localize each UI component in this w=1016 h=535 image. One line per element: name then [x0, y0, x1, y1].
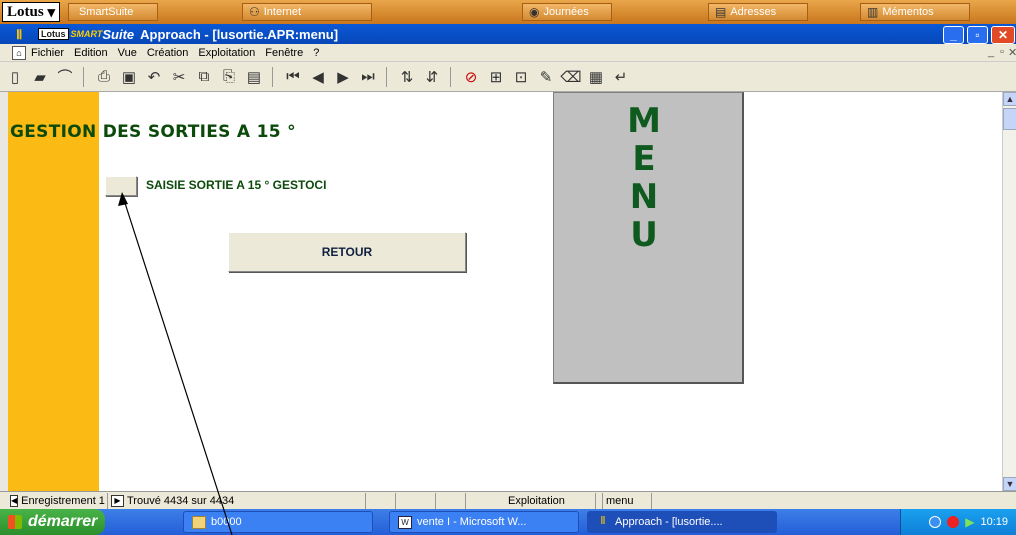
- close-button[interactable]: ✕: [991, 26, 1015, 44]
- doc-close-button[interactable]: ✕: [1008, 46, 1016, 59]
- maximize-button[interactable]: ▫: [967, 26, 988, 44]
- menu-bar: ⌂ Fichier Edition Vue Création Exploitat…: [0, 44, 1016, 62]
- taskbar: démarrer b0000 Wvente I - Microsoft W...…: [0, 509, 1016, 535]
- status-mode[interactable]: Exploitation: [466, 492, 596, 509]
- menu-letter: M: [627, 101, 661, 141]
- lotus-menu-button[interactable]: Lotus ▾: [2, 2, 60, 22]
- menu-edition[interactable]: Edition: [69, 47, 113, 59]
- word-icon: W: [398, 515, 412, 529]
- start-button[interactable]: démarrer: [0, 509, 105, 535]
- retour-button[interactable]: RETOUR: [228, 232, 466, 272]
- smartsuite-bar: Lotus ▾ SmartSuite ⚇ Internet ◉ Journées ▤…: [0, 0, 1016, 24]
- address-book-icon: ▤: [714, 5, 727, 19]
- menu-letter: E: [632, 139, 656, 179]
- menu-creation[interactable]: Création: [142, 47, 194, 59]
- menu-panel: M E N U: [553, 92, 744, 384]
- sort-ascending-icon[interactable]: ⇅: [396, 66, 418, 88]
- find-icon[interactable]: ⊘: [460, 66, 482, 88]
- next-record-icon[interactable]: ▶: [332, 66, 354, 88]
- windows-logo-icon: [8, 515, 22, 529]
- task-folder[interactable]: b0000: [183, 511, 373, 533]
- menu-help[interactable]: ?: [308, 47, 324, 59]
- status-empty: [366, 492, 396, 509]
- title-bar: Ⅱ Lotus SMART Suite Approach - [lusortie.A…: [0, 24, 1016, 44]
- media-icon[interactable]: ▶: [965, 515, 974, 529]
- status-found[interactable]: ▶ Trouvé 4434 sur 4434: [108, 492, 366, 509]
- enter-icon[interactable]: ↵: [610, 66, 632, 88]
- security-icon[interactable]: [947, 516, 960, 528]
- vertical-scrollbar[interactable]: ▲ ▼: [1002, 92, 1016, 491]
- notes-icon: ▥: [866, 5, 879, 19]
- copy-icon[interactable]: ⧉: [193, 66, 215, 88]
- clock[interactable]: 10:19: [980, 516, 1008, 528]
- status-view[interactable]: menu: [602, 492, 652, 509]
- menu-letter: N: [629, 177, 659, 217]
- toolbar-separator: [386, 66, 392, 87]
- new-icon[interactable]: ▯: [4, 66, 26, 88]
- network-icon[interactable]: [929, 516, 942, 528]
- cut-icon[interactable]: ✂: [168, 66, 190, 88]
- doc-restore-button[interactable]: ▫: [1000, 46, 1004, 58]
- saisie-sortie-label: SAISIE SORTIE A 15 ° GESTOCI: [146, 178, 327, 192]
- smartsuite-logo: Lotus SMART Suite: [38, 27, 134, 42]
- menu-fichier[interactable]: Fichier: [26, 47, 69, 59]
- task-approach[interactable]: Ⅱ Approach - [lusortie....: [587, 511, 777, 533]
- folder-icon: [192, 515, 206, 529]
- new-record-icon[interactable]: ✎: [535, 66, 557, 88]
- status-record[interactable]: ◀ Enregistrement 1: [0, 492, 108, 509]
- scroll-up-icon[interactable]: ▲: [1003, 92, 1016, 106]
- toolbar-separator: [83, 66, 89, 87]
- find-again-icon[interactable]: ⊞: [485, 66, 507, 88]
- previous-record-icon[interactable]: ◀: [307, 66, 329, 88]
- menu-vue[interactable]: Vue: [113, 47, 142, 59]
- toolbar-separator: [450, 66, 456, 87]
- undo-icon[interactable]: ↶: [143, 66, 165, 88]
- open-folder-icon[interactable]: ▰: [29, 66, 51, 88]
- yellow-side-stripe: [8, 92, 99, 491]
- document-control-icon[interactable]: ⌂: [12, 45, 26, 60]
- suite-tab-journees[interactable]: ◉ Journées: [521, 3, 612, 21]
- print-icon[interactable]: ⎙: [93, 66, 115, 88]
- task-word[interactable]: Wvente I - Microsoft W...: [389, 511, 579, 533]
- approach-icon: Ⅱ: [600, 514, 606, 527]
- window-title: Approach - [lusortie.APR:menu]: [140, 26, 339, 42]
- print-preview-icon[interactable]: ▣: [118, 66, 140, 88]
- workspace-edge: [0, 92, 8, 491]
- show-all-icon[interactable]: ⊡: [510, 66, 532, 88]
- paste-icon[interactable]: ⎘: [218, 66, 240, 88]
- toolbar-separator: [272, 66, 278, 87]
- system-tray: ▶ 10:19: [900, 509, 1016, 535]
- form-title: GESTION DES SORTIES A 15 °: [10, 122, 296, 142]
- spell-check-icon[interactable]: ▦: [585, 66, 607, 88]
- calendar-icon: ◉: [528, 5, 540, 19]
- suite-tab-adresses[interactable]: ▤ Adresses: [707, 3, 808, 21]
- close-file-icon[interactable]: ⌒: [54, 66, 76, 88]
- internet-icon: ⚇: [248, 5, 260, 19]
- menu-exploitation[interactable]: Exploitation: [193, 47, 260, 59]
- form-workspace: GESTION DES SORTIES A 15 ° SAISIE SORTIE…: [0, 92, 1002, 491]
- scroll-down-icon[interactable]: ▼: [1003, 477, 1016, 491]
- last-record-icon[interactable]: ⏭: [357, 66, 379, 88]
- record-left-icon[interactable]: ◀: [10, 494, 19, 507]
- menu-fenetre[interactable]: Fenêtre: [260, 47, 308, 59]
- clipboard-icon[interactable]: ▤: [243, 66, 265, 88]
- record-right-icon[interactable]: ▶: [111, 494, 124, 507]
- doc-minimize-button[interactable]: _: [988, 46, 994, 58]
- toolbar: ▯ ▰ ⌒ ⎙ ▣ ↶ ✂ ⧉ ⎘ ▤ ⏮ ◀ ▶ ⏭ ⇅ ⇵ ⊘ ⊞ ⊡ ✎ …: [0, 62, 1016, 92]
- suite-tab-mementos[interactable]: ▥ Mémentos: [859, 3, 970, 21]
- minimize-button[interactable]: _: [943, 26, 964, 44]
- sort-descending-icon[interactable]: ⇵: [421, 66, 443, 88]
- saisie-sortie-button[interactable]: [105, 176, 137, 196]
- menu-letter: U: [630, 215, 658, 255]
- status-empty: [436, 492, 466, 509]
- suite-tab-smartsuite[interactable]: SmartSuite: [67, 3, 158, 21]
- approach-app-icon[interactable]: Ⅱ: [16, 27, 30, 42]
- suite-tab-internet[interactable]: ⚇ Internet: [241, 3, 372, 21]
- scroll-thumb[interactable]: [1003, 108, 1016, 130]
- status-bar: ◀ Enregistrement 1 ▶ Trouvé 4434 sur 4434 …: [0, 491, 1016, 509]
- status-empty: [396, 492, 436, 509]
- first-record-icon[interactable]: ⏮: [282, 66, 304, 88]
- delete-record-icon[interactable]: ⌫: [560, 66, 582, 88]
